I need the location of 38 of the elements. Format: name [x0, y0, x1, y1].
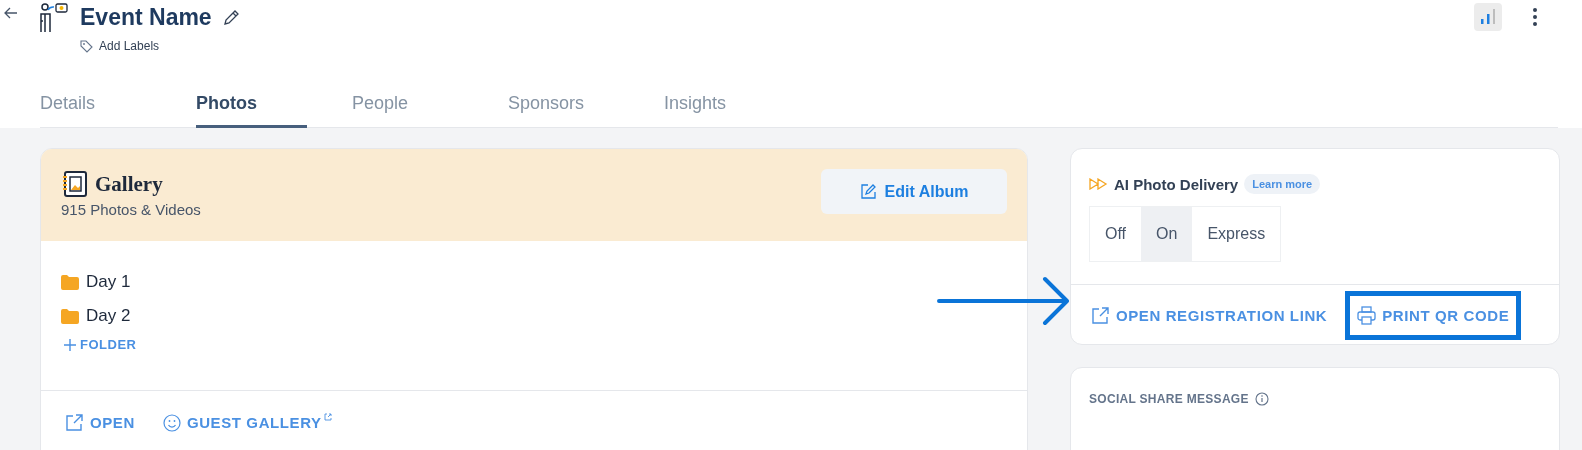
folder-icon: [61, 274, 79, 290]
link-button[interactable]: PRINT QR CODE: [1345, 291, 1522, 340]
pencil-icon[interactable]: [221, 8, 240, 27]
plus-icon: [64, 338, 76, 351]
tag-icon[interactable]: [80, 39, 93, 53]
more-icon[interactable]: [1532, 7, 1538, 27]
external-link-icon: [1091, 306, 1110, 325]
link-button[interactable]: OPEN: [61, 411, 139, 434]
printer-icon: [1357, 306, 1377, 325]
stats-button[interactable]: [1474, 3, 1502, 31]
link-button[interactable]: GUEST GALLERY: [158, 411, 336, 434]
album-icon: [61, 170, 89, 198]
back-icon[interactable]: [4, 7, 18, 19]
add-folder-button[interactable]: FOLDER: [61, 333, 137, 352]
fast-forward-icon: [1089, 178, 1108, 190]
tab[interactable]: Details: [40, 93, 196, 128]
gallery-title: Gallery: [95, 171, 163, 197]
social-share-title: SOCIAL SHARE MESSAGE: [1089, 392, 1249, 406]
tab[interactable]: Insights: [664, 93, 820, 128]
folder-name[interactable]: Day 2: [86, 306, 131, 326]
info-icon[interactable]: [1254, 392, 1269, 406]
learn-more-button[interactable]: Learn more: [1244, 174, 1321, 194]
event-title: Event Name: [80, 4, 212, 31]
media-count: 915 Photos & Videos: [61, 201, 201, 218]
ai-delivery-title: AI Photo Delivery: [1114, 175, 1239, 193]
bar-chart-icon: [1480, 8, 1496, 26]
smiley-icon: [162, 413, 181, 432]
folder-name[interactable]: Day 1: [86, 272, 131, 292]
tab[interactable]: People: [352, 93, 508, 128]
tab[interactable]: Sponsors: [508, 93, 664, 128]
folder-icon: [61, 308, 79, 324]
edit-icon: [859, 183, 877, 200]
external-link-icon: [323, 413, 332, 421]
segment-option[interactable]: On: [1141, 207, 1193, 261]
external-link-icon: [65, 413, 84, 432]
add-labels-link[interactable]: Add Labels: [99, 39, 160, 53]
edit-album-button[interactable]: Edit Album: [821, 169, 1007, 214]
link-button[interactable]: OPEN REGISTRATION LINK: [1087, 304, 1332, 327]
